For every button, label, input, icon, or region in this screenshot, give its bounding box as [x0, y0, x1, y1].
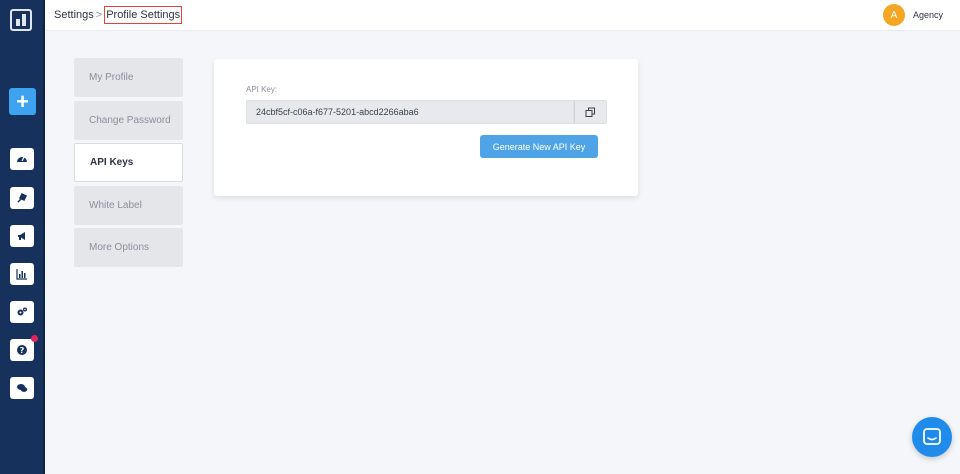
chat-bubble-icon — [923, 428, 941, 445]
tab-api-keys[interactable]: API Keys — [74, 143, 183, 182]
nav-dashboard[interactable] — [10, 148, 34, 170]
sidebar: + ? — [0, 0, 45, 474]
svg-text:?: ? — [20, 346, 25, 355]
dashboard-icon — [17, 156, 27, 162]
account-name[interactable]: Agency — [913, 10, 943, 20]
nav-integrations[interactable] — [10, 187, 34, 209]
copy-icon — [585, 107, 595, 117]
breadcrumb-current: Profile Settings — [104, 6, 183, 24]
copy-button[interactable] — [574, 100, 607, 124]
api-key-card: API Key: 24cbf5cf-c06a-f677-5201-abcd226… — [214, 59, 638, 196]
breadcrumb: Settings > Profile Settings — [54, 6, 183, 24]
help-icon: ? — [17, 345, 27, 355]
sidebar-edge — [43, 0, 45, 474]
tab-my-profile[interactable]: My Profile — [74, 58, 183, 97]
tab-more-options[interactable]: More Options — [74, 228, 183, 267]
generate-api-key-button[interactable]: Generate New API Key — [480, 135, 598, 158]
topbar: Settings > Profile Settings A Agency — [45, 0, 960, 31]
api-key-label: API Key: — [246, 85, 278, 94]
tab-white-label[interactable]: White Label — [74, 186, 183, 225]
nav-help[interactable]: ? — [10, 335, 38, 361]
chat-icon — [17, 384, 28, 392]
api-key-field[interactable]: 24cbf5cf-c06a-f677-5201-abcd2266aba6 — [246, 100, 574, 124]
tab-change-password[interactable]: Change Password — [74, 101, 183, 140]
nav-settings[interactable] — [10, 301, 34, 323]
megaphone-icon — [18, 232, 25, 240]
nav-chat[interactable] — [10, 377, 34, 399]
notification-dot — [31, 335, 38, 342]
breadcrumb-separator: > — [95, 9, 103, 21]
logo-icon[interactable] — [10, 9, 32, 31]
chat-widget-button[interactable] — [912, 417, 952, 457]
breadcrumb-root[interactable]: Settings — [54, 9, 94, 21]
plug-icon — [17, 192, 28, 203]
nav-reports[interactable] — [10, 263, 34, 285]
chart-icon — [16, 269, 27, 280]
cogs-icon — [17, 307, 27, 316]
plus-icon: + — [16, 88, 29, 114]
add-button[interactable]: + — [9, 88, 36, 115]
avatar[interactable]: A — [883, 4, 905, 26]
nav-campaigns[interactable] — [10, 225, 34, 247]
